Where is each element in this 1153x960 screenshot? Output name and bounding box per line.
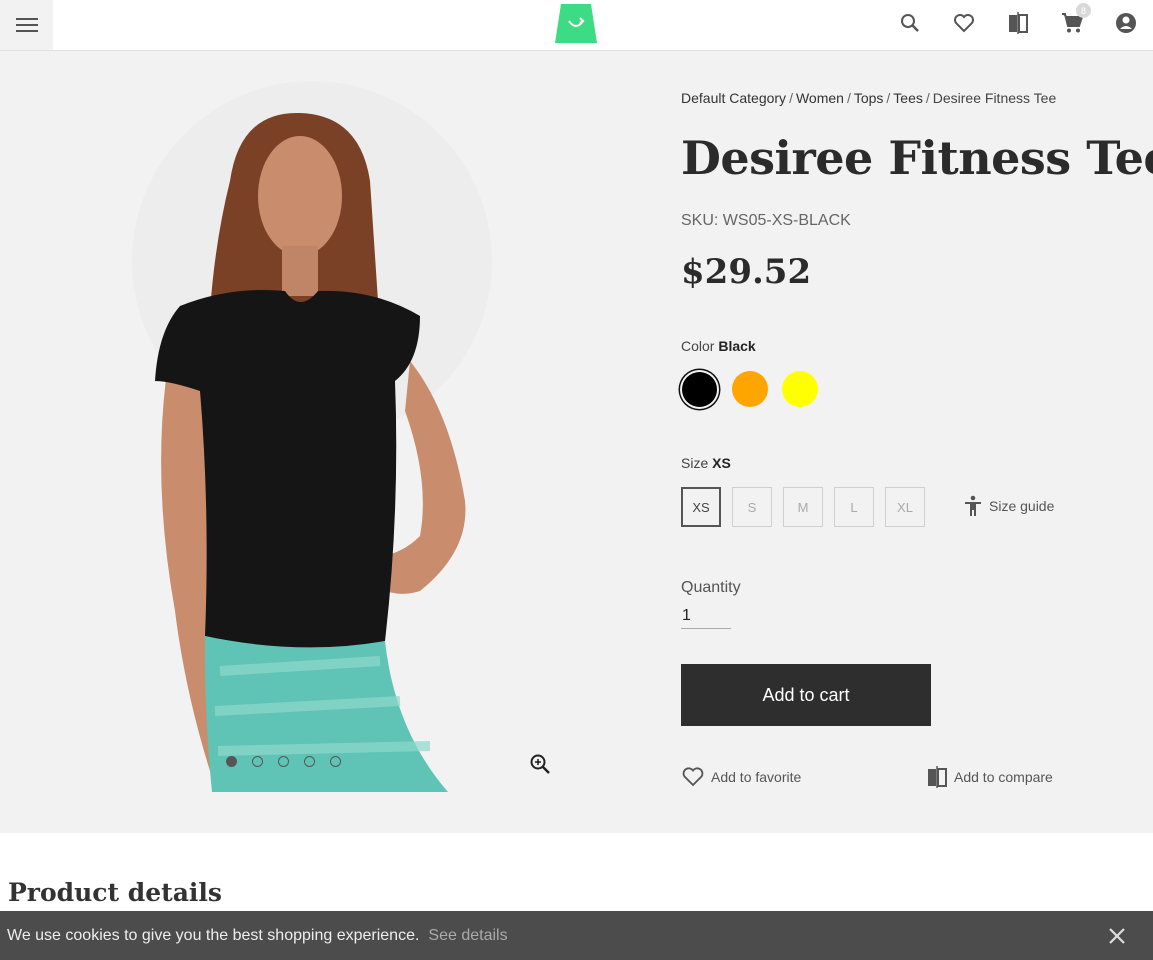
- add-to-compare-button[interactable]: Add to compare: [926, 766, 1053, 788]
- header: 8: [0, 0, 1153, 51]
- add-to-compare-label: Add to compare: [954, 769, 1053, 785]
- size-options: XS S M L XL: [681, 487, 925, 527]
- product-price: $29.52: [681, 252, 812, 292]
- search-icon[interactable]: [897, 10, 923, 36]
- gallery-dot[interactable]: [304, 756, 315, 767]
- gallery-dot[interactable]: [252, 756, 263, 767]
- heart-outline-icon: [682, 767, 704, 787]
- quantity-input[interactable]: [681, 603, 731, 629]
- gallery-dot[interactable]: [278, 756, 289, 767]
- cart-icon[interactable]: 8: [1059, 3, 1091, 36]
- size-guide-label: Size guide: [989, 498, 1055, 514]
- add-to-favorite-label: Add to favorite: [711, 769, 802, 785]
- account-icon[interactable]: [1113, 10, 1139, 36]
- compare-icon: [928, 766, 947, 788]
- cart-count-badge: 8: [1076, 3, 1091, 18]
- color-swatches: [681, 371, 818, 407]
- size-value: XS: [712, 455, 731, 471]
- size-option-xs[interactable]: XS: [681, 487, 721, 527]
- hamburger-menu-icon: [15, 18, 38, 32]
- gallery-dot[interactable]: [330, 756, 341, 767]
- breadcrumb-item[interactable]: Women: [796, 90, 844, 106]
- product-gallery[interactable]: [0, 51, 640, 833]
- close-icon[interactable]: [1107, 926, 1127, 946]
- shopping-bag-logo[interactable]: [555, 3, 597, 44]
- gallery-dots: [226, 756, 341, 767]
- breadcrumb-item[interactable]: Default Category: [681, 90, 786, 106]
- cookie-details-link[interactable]: See details: [428, 927, 507, 945]
- product-image: [132, 81, 492, 792]
- size-option-l[interactable]: L: [834, 487, 874, 527]
- size-option-s[interactable]: S: [732, 487, 772, 527]
- color-swatch-orange[interactable]: [732, 371, 768, 407]
- color-label: Color Black: [681, 338, 756, 354]
- color-swatch-yellow[interactable]: [782, 371, 818, 407]
- accessibility-person-icon: [965, 495, 981, 516]
- add-to-cart-button[interactable]: Add to cart: [681, 664, 931, 726]
- product-sku: SKU: WS05-XS-BLACK: [681, 212, 851, 229]
- cookie-bar: We use cookies to give you the best shop…: [0, 911, 1153, 960]
- color-value: Black: [718, 338, 756, 354]
- breadcrumb-current: Desiree Fitness Tee: [932, 90, 1057, 106]
- breadcrumb-item[interactable]: Tees: [893, 90, 923, 106]
- breadcrumb-item[interactable]: Tops: [854, 90, 884, 106]
- size-label: Size XS: [681, 455, 731, 471]
- gallery-dot[interactable]: [226, 756, 237, 767]
- heart-icon[interactable]: [951, 10, 977, 36]
- size-guide-link[interactable]: Size guide: [963, 495, 1054, 517]
- size-option-xl[interactable]: XL: [885, 487, 925, 527]
- product-details-heading: Product details: [8, 878, 222, 907]
- size-option-m[interactable]: M: [783, 487, 823, 527]
- menu-button[interactable]: [0, 0, 53, 50]
- compare-icon[interactable]: [1005, 10, 1031, 36]
- breadcrumb: Default Category / Women / Tops / Tees / Desiree…: [681, 90, 1057, 106]
- add-to-favorite-button[interactable]: Add to favorite: [681, 766, 801, 788]
- cookie-message: We use cookies to give you the best shop…: [7, 926, 420, 944]
- color-swatch-black[interactable]: [682, 372, 717, 407]
- quantity-label: Quantity: [681, 579, 741, 596]
- product-section: Default Category / Women / Tops / Tees / Desiree…: [0, 51, 1153, 833]
- zoom-in-icon[interactable]: [529, 753, 551, 775]
- product-title: Desiree Fitness Tee: [681, 131, 1153, 185]
